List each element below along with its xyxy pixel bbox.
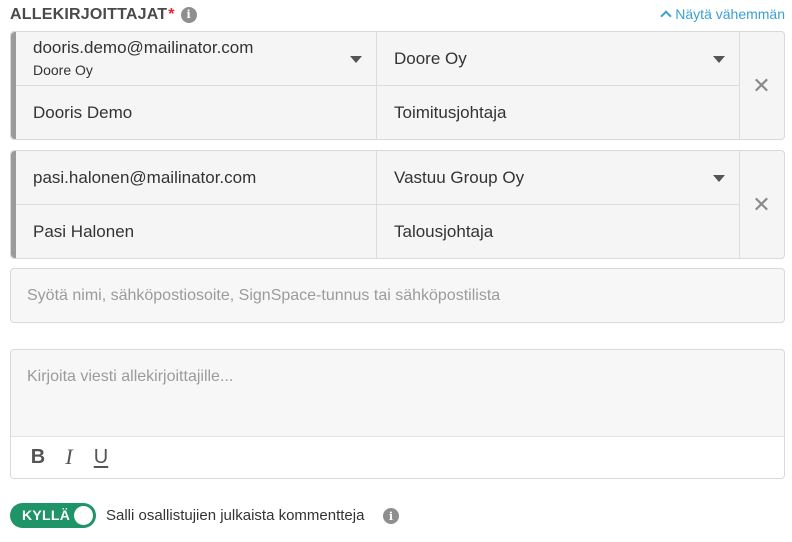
signer-name: Pasi Halonen bbox=[33, 222, 135, 241]
caret-down-icon[interactable] bbox=[713, 174, 725, 182]
signer-organization: Doore Oy bbox=[394, 48, 467, 68]
allow-comments-label: Salli osallistujien julkaista kommenttej… bbox=[106, 507, 365, 524]
signer-name-field[interactable]: Pasi Halonen bbox=[16, 205, 377, 259]
show-less-link[interactable]: Näytä vähemmän bbox=[660, 6, 785, 22]
toggle-label: KYLLÄ bbox=[22, 507, 71, 523]
signer-card-2: pasi.halonen@mailinator.com Vastuu Group… bbox=[10, 150, 785, 259]
signer-email-field[interactable]: pasi.halonen@mailinator.com bbox=[16, 151, 377, 205]
signer-title: Toimitusjohtaja bbox=[394, 103, 507, 122]
signer-organization-select[interactable]: Doore Oy bbox=[377, 32, 740, 86]
close-icon: ✕ bbox=[752, 72, 771, 98]
italic-button[interactable]: I bbox=[58, 445, 80, 469]
signer-organization: Vastuu Group Oy bbox=[394, 167, 525, 187]
signer-email-select[interactable]: dooris.demo@mailinator.com Doore Oy bbox=[16, 32, 377, 86]
signer-organization-select[interactable]: Vastuu Group Oy bbox=[377, 151, 740, 205]
info-icon[interactable]: i bbox=[383, 508, 399, 524]
signer-name: Dooris Demo bbox=[33, 103, 133, 122]
caret-down-icon[interactable] bbox=[713, 55, 725, 63]
signer-title-field[interactable]: Toimitusjohtaja bbox=[377, 86, 740, 140]
toggle-knob bbox=[74, 506, 93, 525]
section-title-text: ALLEKIRJOITTAJAT bbox=[10, 6, 168, 23]
underline-button[interactable]: U bbox=[90, 445, 112, 469]
required-marker: * bbox=[168, 6, 175, 23]
remove-signer-button[interactable]: ✕ bbox=[739, 151, 784, 258]
message-textarea[interactable] bbox=[11, 350, 784, 437]
bold-button[interactable]: B bbox=[27, 445, 49, 469]
info-icon[interactable]: i bbox=[180, 6, 197, 23]
signer-name-field[interactable]: Dooris Demo bbox=[16, 86, 377, 140]
signer-title: Talousjohtaja bbox=[394, 222, 494, 241]
signer-card-1: dooris.demo@mailinator.com Doore Oy Door… bbox=[10, 31, 785, 140]
chevron-up-icon bbox=[660, 10, 672, 22]
signer-title-field[interactable]: Talousjohtaja bbox=[377, 205, 740, 259]
caret-down-icon[interactable] bbox=[350, 55, 362, 63]
add-signer-input[interactable] bbox=[10, 268, 785, 323]
signer-email: dooris.demo@mailinator.com bbox=[33, 38, 254, 57]
signers-header: ALLEKIRJOITTAJAT* i Näytä vähemmän bbox=[10, 4, 785, 26]
show-less-label: Näytä vähemmän bbox=[675, 6, 785, 22]
section-title: ALLEKIRJOITTAJAT* i bbox=[10, 6, 197, 24]
remove-signer-button[interactable]: ✕ bbox=[739, 32, 784, 139]
message-editor: B I U bbox=[10, 349, 785, 479]
format-toolbar: B I U bbox=[11, 436, 784, 478]
close-icon: ✕ bbox=[752, 191, 771, 217]
signer-email: pasi.halonen@mailinator.com bbox=[33, 167, 257, 187]
allow-comments-row: KYLLÄ Salli osallistujien julkaista komm… bbox=[10, 503, 610, 528]
signer-email-org: Doore Oy bbox=[33, 62, 93, 78]
allow-comments-toggle[interactable]: KYLLÄ bbox=[10, 503, 96, 528]
